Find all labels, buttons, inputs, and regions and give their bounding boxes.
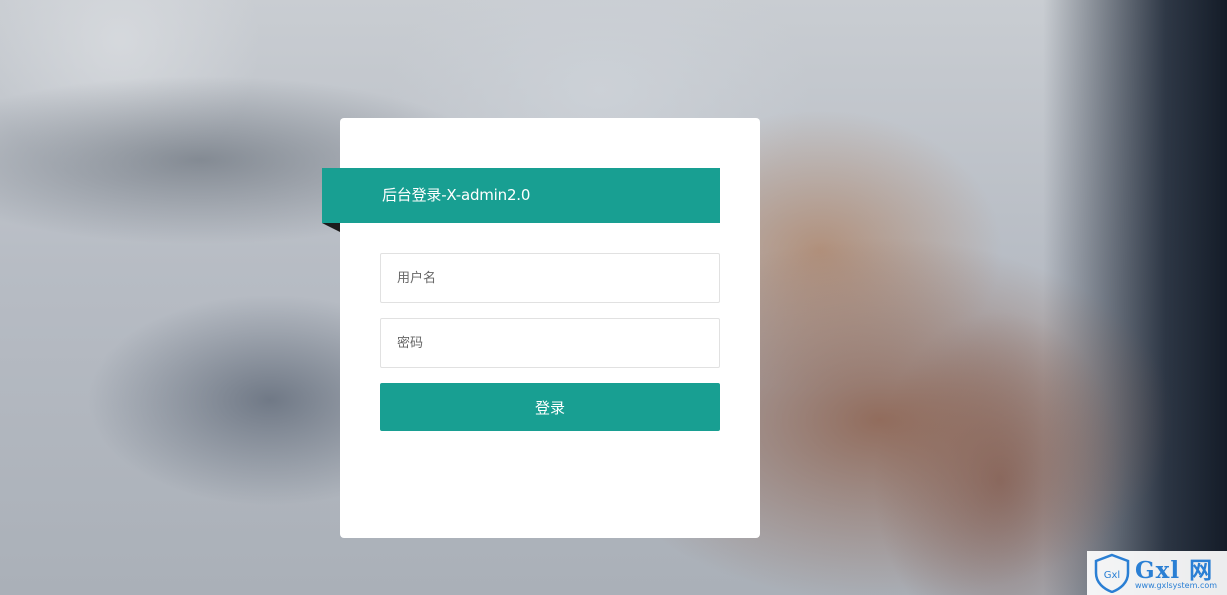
- watermark-title: Gxl 网: [1135, 557, 1214, 584]
- login-title: 后台登录-X-admin2.0: [322, 168, 720, 223]
- watermark-badge-text: Gxl: [1104, 570, 1120, 581]
- shield-icon: Gxl: [1094, 553, 1130, 593]
- ribbon-fold: [322, 223, 340, 232]
- password-input[interactable]: [380, 318, 720, 368]
- login-button[interactable]: 登录: [380, 383, 720, 431]
- watermark-url: www.gxlsystem.com: [1135, 581, 1218, 590]
- username-input[interactable]: [380, 253, 720, 303]
- watermark: Gxl Gxl 网 www.gxlsystem.com: [1087, 551, 1227, 595]
